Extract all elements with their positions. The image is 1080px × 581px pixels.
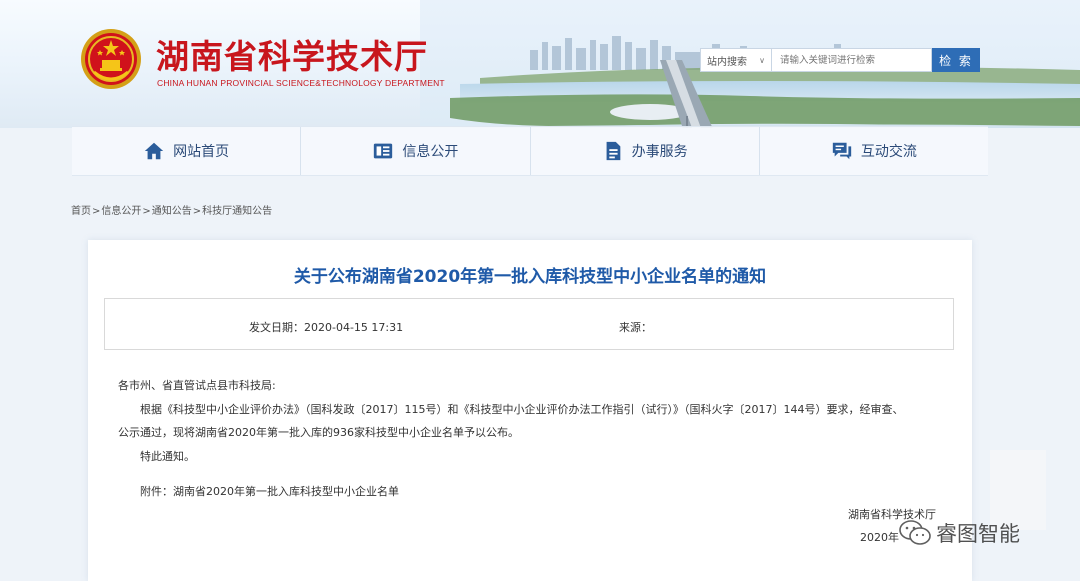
nav-item-label: 网站首页 (173, 144, 230, 160)
breadcrumb-dept-notices[interactable]: 科技厅通知公告 (202, 206, 272, 217)
attachment-link[interactable]: 附件：湖南省2020年第一批入库科技型中小企业名单 (118, 480, 948, 504)
watermark-text: 睿图智能 (936, 522, 1020, 546)
article-paragraph: 根据《科技型中小企业评价办法》（国科发政〔2017〕115号）和《科技型中小企业… (140, 402, 904, 416)
signature-date: 2020年 (860, 531, 899, 544)
breadcrumb-home[interactable]: 首页 (71, 206, 91, 217)
publish-date: 发文日期：2020-04-15 17:31 (249, 319, 403, 335)
main-nav: 网站首页 信息公开 办事服务 互动交流 (72, 126, 988, 176)
article-body: 各市州、省直管试点县市科技局: 根据《科技型中小企业评价办法》（国科发政〔201… (118, 374, 948, 504)
breadcrumb-separator: > (142, 206, 151, 217)
publish-date-label: 发文日期： (249, 321, 304, 334)
nav-item-label: 办事服务 (631, 144, 688, 160)
article-meta: 发文日期：2020-04-15 17:31 来源： (104, 298, 954, 350)
search-scope-label: 站内搜索 (707, 56, 747, 68)
site-search: 站内搜索 ∨ 检 索 (700, 48, 980, 72)
document-icon (606, 141, 620, 161)
breadcrumb-separator: > (192, 206, 202, 217)
search-input[interactable] (772, 48, 932, 72)
wechat-icon (899, 520, 931, 545)
chat-icon (832, 142, 852, 160)
nav-item-label: 互动交流 (860, 144, 917, 160)
chevron-down-icon: ∨ (759, 55, 765, 65)
breadcrumb-separator: > (92, 206, 101, 217)
article-panel: 关于公布湖南省2020年第一批入库科技型中小企业名单的通知 发文日期：2020-… (88, 240, 972, 581)
breadcrumb-notices[interactable]: 通知公告 (152, 206, 192, 217)
site-header: 湖南省科学技术厅 CHINA HUNAN PROVINCIAL SCIENCE&… (0, 0, 1080, 128)
national-emblem-icon (81, 29, 141, 89)
site-title: 湖南省科学技术厅 (156, 37, 428, 76)
info-list-icon (374, 143, 393, 159)
nav-item-services[interactable]: 办事服务 (531, 127, 760, 175)
search-scope-select[interactable]: 站内搜索 ∨ (700, 48, 772, 72)
publish-date-value: 2020-04-15 17:31 (304, 321, 404, 334)
nav-item-interaction[interactable]: 互动交流 (760, 127, 988, 175)
article-paragraph: 公示通过，现将湖南省2020年第一批入库的936家科技型中小企业名单予以公布。 (118, 426, 519, 439)
article-closing: 特此通知。 (140, 449, 195, 463)
search-button[interactable]: 检 索 (932, 48, 980, 72)
breadcrumb-info[interactable]: 信息公开 (101, 206, 141, 217)
article-salutation: 各市州、省直管试点县市科技局: (118, 379, 276, 392)
article-title: 关于公布湖南省2020年第一批入库科技型中小企业名单的通知 (293, 267, 767, 287)
home-icon (144, 142, 164, 160)
watermark: 睿图智能 (898, 518, 1020, 548)
site-subtitle: CHINA HUNAN PROVINCIAL SCIENCE&TECHNOLOG… (157, 78, 445, 88)
breadcrumb: 首页>信息公开>通知公告>科技厅通知公告 (71, 202, 272, 217)
nav-item-home[interactable]: 网站首页 (72, 127, 302, 175)
nav-item-label: 信息公开 (402, 144, 459, 160)
source-label: 来源： (619, 321, 652, 334)
nav-item-info[interactable]: 信息公开 (301, 127, 531, 175)
